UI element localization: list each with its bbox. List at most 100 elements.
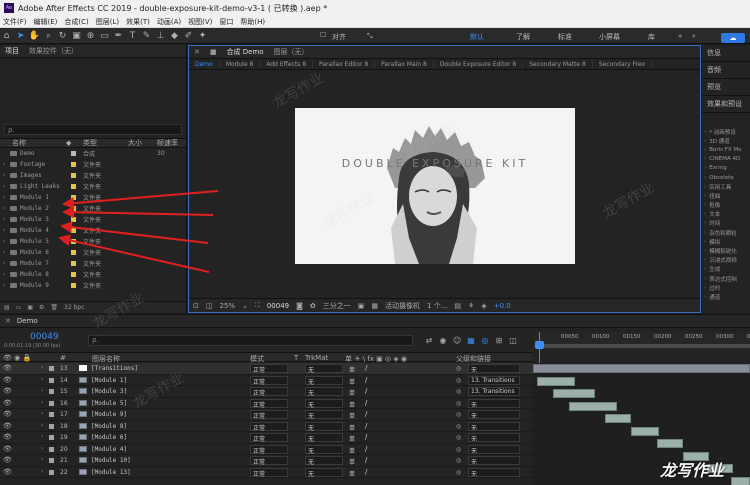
pick-whip-icon[interactable]: ◎ — [456, 434, 461, 441]
project-item[interactable]: › Images 文件夹 — [0, 170, 186, 181]
search-help-icon[interactable]: ⌕ — [692, 32, 696, 41]
quality-switch-icon[interactable]: / — [365, 376, 367, 384]
project-item[interactable]: › Module 9 文件夹 — [0, 280, 186, 291]
snap-checkbox-icon[interactable]: ☐ — [320, 31, 326, 39]
layer-expand-icon[interactable]: › — [41, 445, 43, 452]
disclosure-triangle-icon[interactable]: › — [3, 194, 5, 201]
menu-layer[interactable]: 图层(L) — [96, 17, 119, 27]
interpret-footage-icon[interactable]: ▤ — [4, 304, 10, 311]
menu-composition[interactable]: 合成(C) — [64, 17, 88, 27]
layer-mode-dropdown[interactable]: 正常 — [250, 387, 288, 397]
workspace-small-screen[interactable]: 小屏幕 — [599, 32, 620, 42]
disclosure-triangle-icon[interactable]: › — [704, 184, 706, 190]
layer-trkmat-dropdown[interactable]: 无 — [305, 364, 343, 374]
tab-effect-controls[interactable]: 效果控件（无） — [24, 46, 83, 56]
view-tab[interactable]: Demo — [189, 60, 220, 68]
label-color-icon[interactable] — [71, 261, 76, 266]
layer-parent-dropdown[interactable]: 13. Transitions — [468, 387, 520, 396]
quality-switch-icon[interactable]: / — [365, 433, 367, 441]
layer-label-color-icon[interactable] — [49, 446, 54, 452]
visibility-eye-icon[interactable]: 👁 — [3, 422, 12, 430]
layer-row[interactable]: 👁 › 14 [Module 1] 正常 无单 / ◎ 13. Transitions — [0, 375, 533, 386]
layer-trkmat-dropdown[interactable]: 无 — [305, 421, 343, 432]
tab-timeline-demo[interactable]: Demo — [17, 317, 38, 325]
layer-trkmat-dropdown[interactable]: 无 — [305, 456, 343, 466]
shy-switch-icon[interactable]: 单 — [349, 400, 355, 409]
color-icon[interactable]: ✿ — [310, 302, 316, 310]
visibility-eye-icon[interactable]: 👁 — [3, 376, 12, 384]
current-timecode[interactable]: 00049 — [267, 302, 289, 310]
project-item[interactable]: › Module 2 文件夹 — [0, 203, 186, 214]
layer-name[interactable]: [Module 13] — [91, 469, 131, 476]
visibility-eye-icon[interactable]: 👁 — [3, 445, 12, 453]
disclosure-triangle-icon[interactable]: › — [704, 211, 706, 217]
pick-whip-icon[interactable]: ◎ — [456, 446, 461, 453]
layer-name[interactable]: [Module 8] — [91, 423, 127, 430]
panel-close-icon[interactable]: ✕ — [189, 48, 205, 56]
project-item[interactable]: Demo 合成 30 — [0, 148, 186, 159]
menu-window[interactable]: 窗口 — [219, 17, 233, 27]
rectangle-tool-icon[interactable]: ▭ — [98, 30, 111, 42]
workspace-default[interactable]: 默认 — [470, 32, 484, 42]
project-item[interactable]: › Module 4 文件夹 — [0, 225, 186, 236]
layer-mode-dropdown[interactable]: 正常 — [250, 375, 288, 386]
audio-panel-title[interactable]: 音频 — [702, 62, 750, 79]
layer-trkmat-dropdown[interactable]: 无 — [305, 387, 343, 397]
workspace-libraries[interactable]: 库 — [648, 32, 655, 42]
visibility-eye-icon[interactable]: 👁 — [3, 468, 12, 476]
layer-label-color-icon[interactable] — [49, 366, 54, 371]
layer-mode-dropdown[interactable]: 正常 — [250, 467, 288, 478]
disclosure-triangle-icon[interactable]: › — [704, 193, 706, 199]
layer-row[interactable]: 👁 › 15 [Module 3] 正常 无单 / ◎ 13. Transitions — [0, 386, 533, 398]
disclosure-triangle-icon[interactable]: › — [704, 175, 706, 181]
project-item[interactable]: › Module 7 文件夹 — [0, 258, 186, 269]
text-tool-icon[interactable]: T — [126, 30, 139, 42]
layer-name[interactable]: [Module 3] — [91, 388, 127, 395]
layer-parent-dropdown[interactable]: 无 — [468, 421, 520, 431]
layer-trkmat-dropdown[interactable]: 无 — [305, 444, 343, 455]
flowchart-icon[interactable]: ⚘ — [468, 302, 474, 310]
pick-whip-icon[interactable]: ◎ — [456, 400, 461, 407]
snapshot-icon[interactable]: ◙ — [296, 302, 303, 310]
info-panel-title[interactable]: 信息 — [702, 45, 750, 62]
transparency-grid-icon[interactable]: ▦ — [371, 302, 378, 310]
disclosure-triangle-icon[interactable]: › — [3, 216, 5, 223]
layer-mode-dropdown[interactable]: 正常 — [250, 444, 288, 455]
disclosure-triangle-icon[interactable]: › — [704, 239, 706, 245]
av-switches-icon[interactable]: 👁 ◉ 🔒 — [3, 354, 31, 362]
new-folder-icon[interactable]: ▭ — [16, 304, 22, 311]
header-size[interactable]: 大小 — [128, 138, 142, 148]
label-color-icon[interactable] — [71, 272, 76, 277]
project-item[interactable]: › Light Leaks 文件夹 — [0, 181, 186, 192]
effects-category[interactable]: › 沉浸式视频 — [702, 256, 750, 265]
effects-category[interactable]: › Obsolete — [702, 173, 750, 182]
shy-switch-icon[interactable]: 单 — [349, 377, 355, 386]
layer-name[interactable]: [Module 6] — [91, 434, 127, 441]
layer-parent-dropdown[interactable]: 无 — [468, 364, 520, 373]
effects-category[interactable]: › 抠像 — [702, 201, 750, 210]
tab-project[interactable]: 项目 — [0, 46, 24, 56]
layer-duration-bar[interactable] — [731, 476, 750, 485]
shy-switch-icon[interactable]: 单 — [349, 411, 355, 420]
bit-depth[interactable]: 32 bpc — [64, 304, 84, 311]
layer-row[interactable]: 👁 › 21 [Module 10] 正常无单 / ◎ 无 — [0, 455, 533, 467]
project-item[interactable]: › Module 3 文件夹 — [0, 214, 186, 225]
workspace-more-icon[interactable]: » — [678, 32, 682, 40]
camera-tool-icon[interactable]: ▣ — [70, 30, 83, 42]
always-preview-icon[interactable]: ⊡ — [193, 302, 199, 310]
effects-category[interactable]: › 实用工具 — [702, 182, 750, 191]
layer-label-color-icon[interactable] — [49, 377, 54, 383]
effects-category[interactable]: › 通道 — [702, 292, 750, 301]
pick-whip-icon[interactable]: ◎ — [456, 457, 461, 464]
layer-parent-dropdown[interactable]: 无 — [468, 444, 520, 454]
disclosure-triangle-icon[interactable]: › — [3, 205, 5, 212]
pick-whip-icon[interactable]: ◎ — [456, 411, 461, 418]
layer-label-color-icon[interactable] — [49, 458, 54, 463]
roto-brush-tool-icon[interactable]: ✐ — [182, 30, 195, 42]
brush-tool-icon[interactable]: ✎ — [140, 30, 153, 42]
layer-trkmat-dropdown[interactable]: 无 — [305, 398, 343, 409]
pick-whip-icon[interactable]: ◎ — [456, 423, 461, 430]
graph-icon[interactable]: ◫ — [506, 336, 520, 345]
layer-row[interactable]: 👁 › 13 [Transitions] 正常无单 / ◎ 无 — [0, 363, 533, 375]
layer-duration-bar[interactable] — [537, 376, 575, 386]
